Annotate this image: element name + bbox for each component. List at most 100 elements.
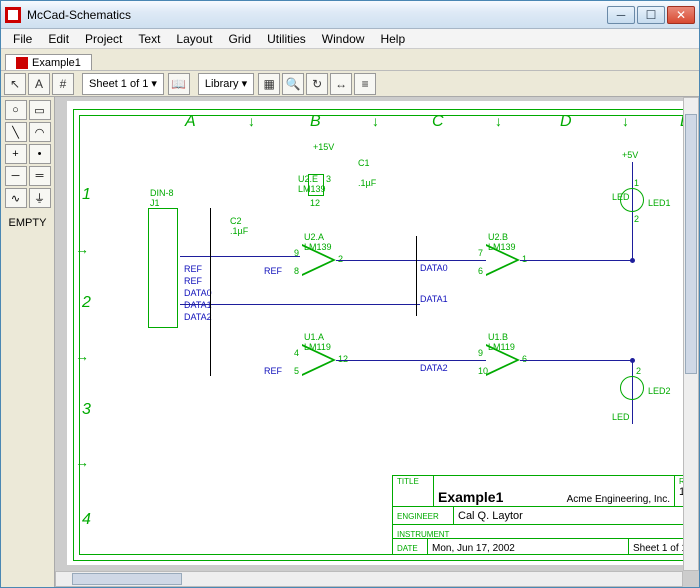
sheet-inner: A ↓ B ↓ C ↓ D ↓ E 1 → 2 → 3 → 4 — [79, 115, 683, 555]
menu-text[interactable]: Text — [130, 30, 168, 48]
menu-grid[interactable]: Grid — [220, 30, 259, 48]
rotate-tool[interactable]: ↻ — [306, 73, 328, 95]
vertical-scrollbar[interactable] — [683, 97, 699, 571]
horizontal-scrollbar[interactable] — [55, 571, 683, 587]
menu-layout[interactable]: Layout — [168, 30, 220, 48]
tb-title: Example1 — [438, 489, 503, 505]
p-bus[interactable]: ═ — [29, 166, 51, 186]
p-dot[interactable]: • — [29, 144, 51, 164]
doc-tab-label: Example1 — [32, 57, 81, 69]
sig-ref-b: REF — [264, 366, 282, 376]
text-tool[interactable]: A — [28, 73, 50, 95]
scroll-thumb[interactable] — [685, 114, 697, 374]
wire — [336, 260, 486, 261]
led1-name: LED — [612, 192, 630, 202]
window-titlebar: McCad-Schematics ─ ☐ ✕ — [1, 1, 699, 29]
workspace: ○▭ ╲◠ +• ─═ ∿⏚ EMPTY A ↓ B ↓ C ↓ D ↓ E — [1, 97, 699, 587]
u2b-part: LM139 — [488, 242, 516, 252]
sig-data2: DATA2 — [184, 312, 212, 322]
wire — [632, 162, 633, 262]
led2-pin2: 2 — [636, 366, 641, 376]
p-rect[interactable]: ▭ — [29, 100, 51, 120]
conn-ref: J1 — [150, 198, 160, 208]
menu-utilities[interactable]: Utilities — [259, 30, 314, 48]
library-selector[interactable]: Library ▾ — [198, 73, 254, 95]
led2 — [620, 376, 644, 400]
sig-data1-mid: DATA1 — [420, 294, 448, 304]
tb-eng: Cal Q. Laytor — [458, 510, 523, 522]
p-wave[interactable]: ∿ — [5, 188, 27, 208]
p-arc[interactable]: ◠ — [29, 122, 51, 142]
sig-data0: DATA0 — [184, 288, 212, 298]
component-tool[interactable]: ▦ — [258, 73, 280, 95]
document-tab-row: Example1 — [1, 49, 699, 71]
document-tab[interactable]: Example1 — [5, 54, 92, 70]
u2b-pin6: 6 — [478, 266, 483, 276]
schematic-canvas[interactable]: A ↓ B ↓ C ↓ D ↓ E 1 → 2 → 3 → 4 — [67, 101, 683, 565]
p-line[interactable]: ╲ — [5, 122, 27, 142]
u1a-pin12: 12 — [338, 354, 348, 364]
u1a-part: LM119 — [304, 342, 331, 352]
u1a-pin5: 5 — [294, 366, 299, 376]
u2e-pin12: 12 — [310, 198, 320, 208]
library-selector-label: Library — [205, 78, 239, 90]
p-wire[interactable]: ─ — [5, 166, 27, 186]
u2e-pin3: 3 — [326, 174, 331, 184]
minimize-button[interactable]: ─ — [607, 6, 635, 24]
p-gnd[interactable]: ⏚ — [29, 188, 51, 208]
u2b-ref: U2.B — [488, 232, 508, 242]
menu-window[interactable]: Window — [314, 30, 373, 48]
window-title: McCad-Schematics — [27, 8, 605, 22]
u2a-pin2: 2 — [338, 254, 343, 264]
led1-pin1: 1 — [634, 178, 639, 188]
canvas-shell: A ↓ B ↓ C ↓ D ↓ E 1 → 2 → 3 → 4 — [55, 97, 699, 587]
wire-v — [210, 208, 211, 376]
tb-date-lbl: DATE — [397, 544, 418, 553]
sig-ref-a: REF — [264, 266, 282, 276]
led2-ref: LED2 — [648, 386, 671, 396]
align-tool[interactable]: ≡ — [354, 73, 376, 95]
tb-date: Mon, Jun 17, 2002 — [432, 543, 515, 554]
wire — [520, 260, 632, 261]
u1b-part: LM119 — [488, 342, 515, 352]
c2-ref: C2 — [230, 216, 242, 226]
toolbar: ↖ A # Sheet 1 of 1 ▾ 📖 Library ▾ ▦ 🔍 ↻ ↔… — [1, 71, 699, 97]
u1a-pin4: 4 — [294, 348, 299, 358]
led1-pin2: 2 — [634, 214, 639, 224]
sheet-border: A ↓ B ↓ C ↓ D ↓ E 1 → 2 → 3 → 4 — [73, 109, 683, 561]
led2-name: LED — [612, 412, 630, 422]
library-icon[interactable]: 📖 — [168, 73, 190, 95]
cursor-tool[interactable]: ↖ — [4, 73, 26, 95]
grid-tool[interactable]: # — [52, 73, 74, 95]
wire — [180, 304, 420, 305]
close-button[interactable]: ✕ — [667, 6, 695, 24]
menu-help[interactable]: Help — [372, 30, 413, 48]
maximize-button[interactable]: ☐ — [637, 6, 665, 24]
wire — [520, 360, 632, 361]
conn-name: DIN-8 — [150, 188, 174, 198]
pwr-5v: +5V — [622, 150, 638, 160]
flip-tool[interactable]: ↔ — [330, 73, 352, 95]
menu-edit[interactable]: Edit — [40, 30, 77, 48]
u1a-ref: U1.A — [304, 332, 324, 342]
sheet-selector[interactable]: Sheet 1 of 1 ▾ — [82, 73, 164, 95]
sig-data1: DATA1 — [184, 300, 212, 310]
wire — [180, 256, 300, 257]
tb-eng-lbl: ENGINEER — [397, 512, 439, 521]
tb-company: Acme Engineering, Inc. — [567, 494, 670, 505]
u2b-pin7: 7 — [478, 248, 483, 258]
node — [630, 258, 635, 263]
menu-file[interactable]: File — [5, 30, 40, 48]
sig-data0-mid: DATA0 — [420, 263, 448, 273]
sig-data2-mid: DATA2 — [420, 363, 448, 373]
zoom-tool[interactable]: 🔍 — [282, 73, 304, 95]
menu-project[interactable]: Project — [77, 30, 130, 48]
c2-val: .1µF — [230, 226, 248, 236]
scroll-thumb[interactable] — [72, 573, 182, 585]
tb-inst-lbl: INSTRUMENT — [397, 530, 449, 539]
p-plus[interactable]: + — [5, 144, 27, 164]
wire — [336, 360, 486, 361]
u2a-pin8: 8 — [294, 266, 299, 276]
app-icon — [5, 7, 21, 23]
p-circle[interactable]: ○ — [5, 100, 27, 120]
